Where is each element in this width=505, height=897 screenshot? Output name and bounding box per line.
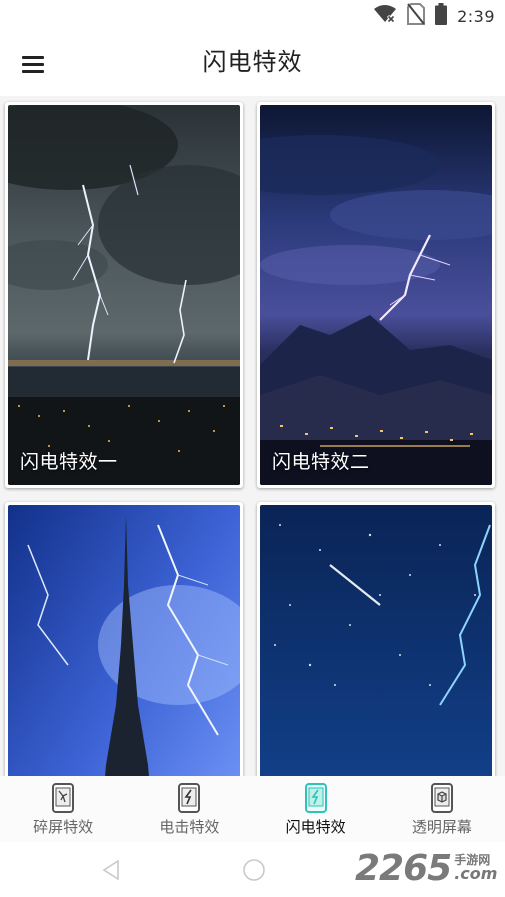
lightning-phone-icon bbox=[304, 783, 327, 813]
effect-card-4[interactable] bbox=[257, 502, 495, 776]
effect-card-3[interactable] bbox=[5, 502, 243, 776]
effect-card-1[interactable]: 闪电特效一 bbox=[5, 102, 243, 488]
effect-card-2[interactable]: 闪电特效二 bbox=[257, 102, 495, 488]
effect-card-label: 闪电特效一 bbox=[20, 451, 118, 473]
watermark-domain: .com bbox=[454, 864, 498, 883]
home-circle-icon[interactable] bbox=[242, 858, 266, 882]
nav-label: 透明屏幕 bbox=[411, 818, 472, 836]
battery-icon bbox=[435, 3, 448, 29]
effect-card-label: 闪电特效二 bbox=[272, 451, 370, 473]
skyscraper-lightning-image bbox=[8, 505, 240, 776]
watermark-side: 手游网 .com bbox=[454, 854, 497, 882]
shock-phone-icon bbox=[178, 783, 201, 813]
page-title: 闪电特效 bbox=[202, 48, 303, 76]
watermark-number: 2265 bbox=[355, 847, 452, 889]
effects-grid: 闪电特效一 闪电特效二 bbox=[0, 96, 505, 776]
bottom-nav: 碎屏特效 电击特效 闪电特效 透明屏幕 bbox=[0, 776, 505, 842]
status-bar: 2:39 bbox=[0, 0, 505, 32]
purple-lightning-image bbox=[260, 105, 492, 485]
no-sim-icon bbox=[407, 3, 426, 29]
nav-item-lightning[interactable]: 闪电特效 bbox=[253, 776, 379, 842]
storm-city-image bbox=[8, 105, 240, 485]
cracked-phone-icon bbox=[52, 783, 75, 813]
nav-item-transparent[interactable]: 透明屏幕 bbox=[379, 776, 505, 842]
status-time: 2:39 bbox=[457, 6, 495, 26]
transparent-phone-icon bbox=[430, 783, 453, 813]
starry-sky-image bbox=[260, 505, 492, 776]
nav-item-shock[interactable]: 电击特效 bbox=[126, 776, 252, 842]
wifi-off-icon bbox=[373, 4, 397, 28]
nav-label: 碎屏特效 bbox=[33, 818, 94, 836]
nav-label: 电击特效 bbox=[159, 818, 220, 836]
system-nav-bar: 2265 手游网 .com bbox=[0, 842, 505, 897]
nav-label: 闪电特效 bbox=[285, 818, 346, 836]
watermark: 2265 手游网 .com bbox=[355, 846, 497, 890]
nav-item-broken-screen[interactable]: 碎屏特效 bbox=[0, 776, 126, 842]
app-bar: 闪电特效 bbox=[0, 32, 505, 94]
status-icons: 2:39 bbox=[373, 3, 495, 29]
back-triangle-icon[interactable] bbox=[100, 859, 122, 881]
